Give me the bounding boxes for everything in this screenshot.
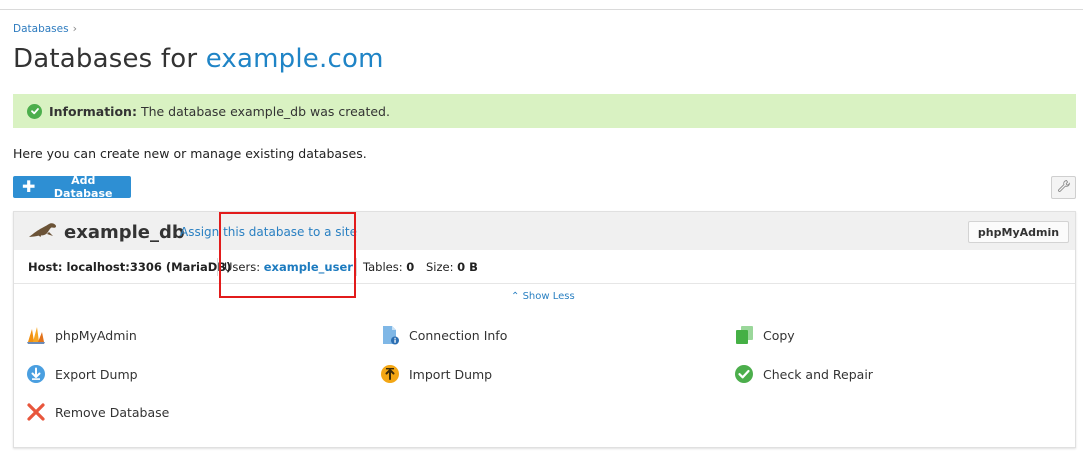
size-label: Size: [426,260,458,274]
wrench-icon [1057,178,1071,197]
settings-wrench-button[interactable] [1051,176,1076,199]
export-icon [26,364,46,384]
add-database-button[interactable]: ✚ Add Database [13,174,131,200]
breadcrumb-databases-link[interactable]: Databases [13,23,69,35]
size-value: 0 B [457,260,478,274]
action-connection-info[interactable]: Connection Info [380,325,507,345]
action-export-dump[interactable]: Export Dump [26,364,138,384]
action-label: Check and Repair [763,366,873,382]
action-phpmyadmin[interactable]: phpMyAdmin [26,325,137,345]
database-card: example_db Assign this database to a sit… [13,211,1076,448]
action-label: Remove Database [55,404,170,420]
assign-to-site-link[interactable]: Assign this database to a site [180,225,357,239]
size-info: Size: 0 B [426,260,478,274]
remove-icon [26,402,46,422]
success-check-icon [27,103,42,119]
breadcrumb: Databases › [13,22,77,35]
users-label: Users: [224,260,264,274]
connection-info-icon [380,325,400,345]
host-info: Host: localhost:3306 (MariaDB) [28,260,232,274]
action-label: phpMyAdmin [55,327,137,343]
stats-divider [356,258,357,276]
breadcrumb-separator: › [72,22,77,35]
tables-info: Tables: 0 [363,260,414,274]
add-database-label: Add Database [53,174,113,200]
page-title-domain-link[interactable]: example.com [206,44,384,74]
database-card-header: example_db Assign this database to a sit… [14,212,1075,250]
phpmyadmin-icon [26,325,46,345]
action-remove-database[interactable]: Remove Database [26,402,169,422]
page-title-prefix: Databases for [13,44,206,74]
stats-divider [217,258,218,276]
action-label: Connection Info [409,327,508,343]
mariadb-seal-icon [28,222,58,242]
tables-label: Tables: [363,260,407,274]
show-less-label: Show Less [522,291,575,302]
database-stats: Host: localhost:3306 (MariaDB) Users: ex… [14,250,1075,284]
plus-icon: ✚ [22,177,36,196]
copy-icon [734,325,754,345]
action-import-dump[interactable]: Import Dump [380,364,492,384]
users-value-link[interactable]: example_user [264,260,353,274]
action-label: Copy [763,327,795,343]
action-label: Import Dump [409,366,493,382]
action-copy[interactable]: Copy [734,325,795,345]
page-title: Databases for example.com [13,44,384,74]
info-label: Information: [49,103,137,119]
database-name: example_db [64,222,185,243]
action-check-and-repair[interactable]: Check and Repair [734,364,873,384]
phpmyadmin-header-button[interactable]: phpMyAdmin [968,221,1069,243]
tables-value: 0 [406,260,415,274]
info-message: Information: The database example_db was… [13,94,1076,128]
users-info: Users: example_user [224,260,353,274]
show-less-toggle[interactable]: ⌃ Show Less [511,291,575,302]
info-text: The database example_db was created. [140,103,390,119]
import-icon [380,364,400,384]
intro-text: Here you can create new or manage existi… [13,146,367,161]
chevron-up-icon: ⌃ [511,291,520,302]
check-icon [734,364,754,384]
top-divider [0,9,1083,10]
action-label: Export Dump [55,366,138,382]
